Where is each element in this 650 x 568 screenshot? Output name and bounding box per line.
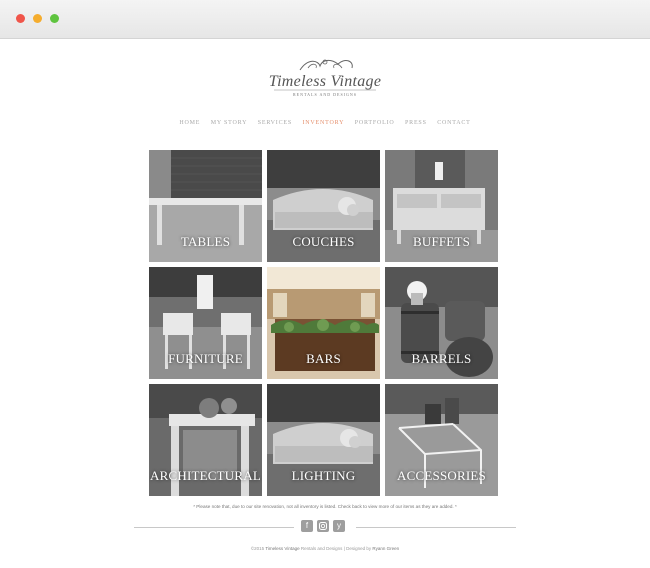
inventory-tile-tables[interactable]: TABLES	[149, 150, 262, 262]
footer-divider-right	[356, 527, 516, 528]
footer-divider-left	[134, 527, 294, 528]
minimize-window-button[interactable]	[33, 14, 42, 23]
inventory-tile-architectural[interactable]: ARCHITECTURAL	[149, 384, 262, 496]
tile-label: COUCHES	[292, 234, 355, 249]
inventory-note: * Please note that, due to our site reno…	[193, 504, 457, 509]
maximize-window-button[interactable]	[50, 14, 59, 23]
logo-title: Timeless Vintage	[268, 73, 382, 90]
tile-label: TABLES	[180, 234, 231, 249]
tile-label: BUFFETS	[412, 234, 471, 249]
tile-label: FURNITURE	[168, 351, 243, 366]
close-window-button[interactable]	[16, 14, 25, 23]
nav-item-contact[interactable]: CONTACT	[437, 120, 470, 126]
tile-label: ACCESSORIES	[397, 468, 486, 483]
inventory-tile-bars[interactable]: BARS	[267, 267, 380, 379]
nav-item-home[interactable]: HOME	[179, 120, 200, 126]
inventory-tile-barrels[interactable]: BARRELS	[385, 267, 498, 379]
tile-label: LIGHTING	[291, 468, 356, 483]
inventory-tile-accessories[interactable]: ACCESSORIES	[385, 384, 498, 496]
inventory-tile-buffets[interactable]: BUFFETS	[385, 150, 498, 262]
yelp-icon[interactable]: y	[333, 520, 345, 532]
inventory-tile-couches[interactable]: COUCHES	[267, 150, 380, 262]
copyright-middle: Rentals and Designs | Designed by	[300, 546, 372, 551]
logo-subtitle: RENTALS AND DESIGNS	[292, 92, 357, 97]
nav-item-inventory[interactable]: INVENTORY	[302, 120, 344, 126]
tile-label: BARS	[306, 351, 341, 366]
inventory-tile-furniture[interactable]: FURNITURE	[149, 267, 262, 379]
tile-label: ARCHITECTURAL	[150, 468, 261, 483]
browser-chrome	[0, 0, 650, 39]
copyright-text: ©2015 Timeless Vintage Rentals and Desig…	[0, 546, 650, 551]
tile-label: BARRELS	[411, 351, 472, 366]
nav-item-my-story[interactable]: MY STORY	[211, 120, 248, 126]
nav-item-services[interactable]: SERVICES	[258, 120, 292, 126]
nav-item-press[interactable]: PRESS	[405, 120, 427, 126]
site-logo[interactable]: Timeless Vintage RENTALS AND DESIGNS	[268, 56, 382, 104]
instagram-icon[interactable]	[317, 520, 329, 532]
nav-item-portfolio[interactable]: PORTFOLIO	[355, 120, 395, 126]
main-nav: HOME MY STORY SERVICES INVENTORY PORTFOL…	[0, 120, 650, 126]
copyright-brand: Timeless Vintage	[265, 546, 300, 551]
inventory-grid: TABLES COUCHES BUFFETS FURNITURE BARS BA…	[149, 150, 498, 496]
facebook-icon[interactable]: f	[301, 520, 313, 532]
copyright-prefix: ©2015	[250, 546, 265, 551]
inventory-tile-lighting[interactable]: LIGHTING	[267, 384, 380, 496]
designer-link[interactable]: Ryann Green	[372, 546, 399, 551]
